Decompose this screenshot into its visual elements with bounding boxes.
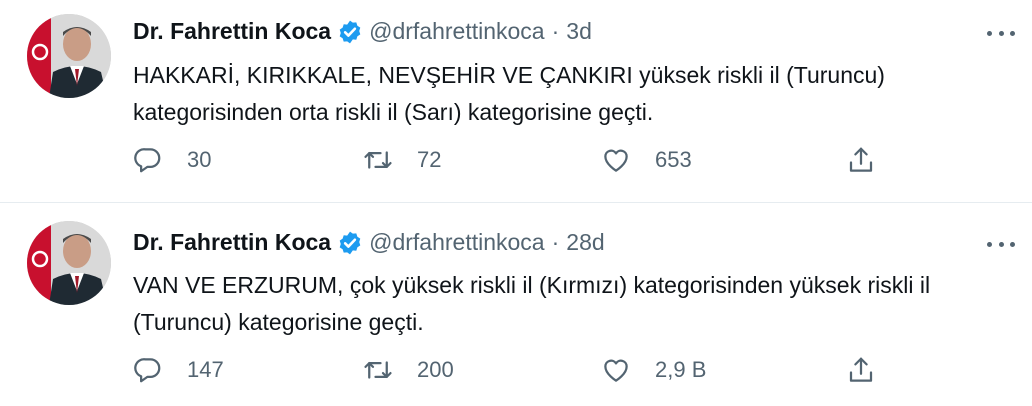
avatar[interactable] — [27, 221, 111, 305]
more-options-button[interactable] — [987, 20, 1015, 46]
reply-count: 147 — [187, 357, 224, 382]
separator: · — [551, 18, 560, 44]
reply-icon — [134, 148, 161, 173]
author-handle[interactable]: @drfahrettinkoca — [369, 229, 545, 256]
tweet-header: Dr. Fahrettin Koca @drfahrettinkoca · 28… — [133, 229, 605, 256]
retweet-icon — [364, 361, 392, 379]
like-button[interactable]: 2,9 B — [601, 350, 706, 390]
share-icon — [849, 147, 873, 172]
avatar[interactable] — [27, 14, 111, 98]
more-options-button[interactable] — [987, 231, 1015, 257]
reply-button[interactable]: 147 — [133, 350, 224, 390]
tweet-header: Dr. Fahrettin Koca @drfahrettinkoca · 3d — [133, 18, 592, 45]
share-icon — [849, 357, 873, 382]
tweet-text: HAKKARİ, KIRIKKALE, NEVŞEHİR VE ÇANKIRI … — [133, 62, 885, 125]
separator: · — [551, 229, 560, 255]
reply-button[interactable]: 30 — [133, 140, 211, 180]
author-handle[interactable]: @drfahrettinkoca — [369, 18, 545, 45]
timestamp[interactable]: 28d — [566, 229, 604, 256]
share-button[interactable] — [846, 350, 876, 390]
like-count: 653 — [655, 147, 692, 172]
timestamp[interactable]: 3d — [566, 18, 592, 45]
like-count: 2,9 B — [655, 357, 707, 382]
reply-count: 30 — [187, 147, 212, 172]
tweet[interactable]: Dr. Fahrettin Koca @drfahrettinkoca · 28… — [0, 202, 1032, 406]
retweet-count: 200 — [417, 357, 454, 382]
more-dots-icon — [987, 241, 992, 247]
retweet-count: 72 — [417, 147, 442, 172]
author-name[interactable]: Dr. Fahrettin Koca — [133, 18, 331, 45]
avatar-image-icon — [27, 14, 111, 98]
heart-icon — [604, 359, 628, 382]
like-button[interactable]: 653 — [601, 140, 692, 180]
tweet[interactable]: Dr. Fahrettin Koca @drfahrettinkoca · 3d… — [0, 0, 1032, 202]
heart-icon — [604, 149, 628, 172]
tweet-feed: Dr. Fahrettin Koca @drfahrettinkoca · 3d… — [0, 0, 1032, 406]
tweet-text: VAN VE ERZURUM, çok yüksek riskli il (Kı… — [133, 272, 931, 335]
verified-badge-icon — [339, 231, 361, 254]
retweet-icon — [364, 151, 392, 169]
retweet-button[interactable]: 72 — [363, 140, 441, 180]
author-name[interactable]: Dr. Fahrettin Koca — [133, 229, 331, 256]
tweet-actions: 147 200 2,9 B — [133, 350, 883, 390]
more-dots-icon — [987, 30, 992, 36]
avatar-image-icon — [27, 221, 111, 305]
retweet-button[interactable]: 200 — [363, 350, 454, 390]
tweet-actions: 30 72 653 — [133, 140, 883, 180]
share-button[interactable] — [846, 140, 876, 180]
verified-badge-icon — [339, 20, 361, 43]
reply-icon — [134, 358, 161, 383]
